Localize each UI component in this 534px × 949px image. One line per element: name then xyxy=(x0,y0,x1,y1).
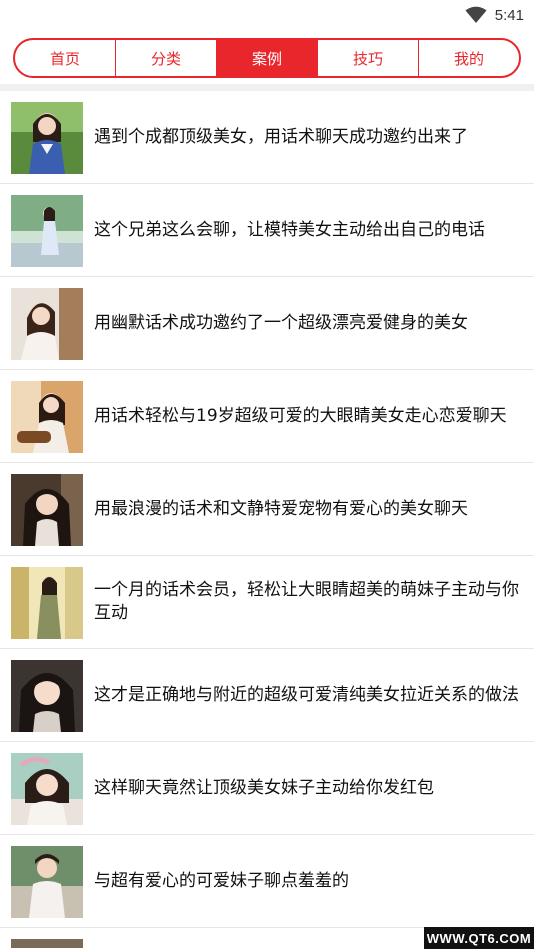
article-title: 用幽默话术成功邀约了一个超级漂亮爱健身的美女 xyxy=(94,312,468,333)
article-item[interactable]: 用话术轻松与19岁超级可爱的大眼睛美女走心恋爱聊天 xyxy=(0,370,534,463)
article-thumbnail xyxy=(11,567,83,639)
article-thumbnail xyxy=(11,753,83,825)
article-thumbnail xyxy=(11,660,83,732)
article-item[interactable]: 这个兄弟这么会聊，让模特美女主动给出自己的电话 xyxy=(0,184,534,277)
status-bar: 5:41 xyxy=(0,0,534,30)
article-title: 这才是正确地与附近的超级可爱清纯美女拉近关系的做法 xyxy=(94,684,519,705)
article-title: 用最浪漫的话术和文静特爱宠物有爱心的美女聊天 xyxy=(94,498,468,519)
tab-home[interactable]: 首页 xyxy=(15,40,116,76)
article-item[interactable]: 用最浪漫的话术和文静特爱宠物有爱心的美女聊天 xyxy=(0,463,534,556)
top-tab-bar: 首页 分类 案例 技巧 我的 xyxy=(13,38,521,78)
article-title: 与超有爱心的可爱妹子聊点羞羞的 xyxy=(94,870,349,891)
article-title: 遇到个成都顶级美女，用话术聊天成功邀约出来了 xyxy=(94,126,468,147)
article-item[interactable]: 这样聊天竟然让顶级美女妹子主动给你发红包 xyxy=(0,742,534,835)
tab-tips[interactable]: 技巧 xyxy=(318,40,419,76)
article-thumbnail xyxy=(11,474,83,546)
article-item[interactable]: 一个月的话术会员，轻松让大眼睛超美的萌妹子主动与你互动 xyxy=(0,556,534,649)
tab-mine[interactable]: 我的 xyxy=(419,40,519,76)
article-item[interactable]: 这才是正确地与附近的超级可爱清纯美女拉近关系的做法 xyxy=(0,649,534,742)
article-thumbnail xyxy=(11,102,83,174)
article-thumbnail xyxy=(11,846,83,918)
article-title: 一个月的话术会员，轻松让大眼睛超美的萌妹子主动与你互动 xyxy=(94,580,519,623)
article-title: 这样聊天竟然让顶级美女妹子主动给你发红包 xyxy=(94,777,434,798)
article-thumbnail xyxy=(11,381,83,453)
article-thumbnail xyxy=(11,195,83,267)
article-list: 遇到个成都顶级美女，用话术聊天成功邀约出来了 这个兄弟这么会聊，让模特美女主动给… xyxy=(0,91,534,948)
status-right: 5:41 xyxy=(465,5,524,25)
section-gap xyxy=(0,84,534,91)
article-thumbnail xyxy=(11,288,83,360)
article-item[interactable]: 遇到个成都顶级美女，用话术聊天成功邀约出来了 xyxy=(0,91,534,184)
tab-cases[interactable]: 案例 xyxy=(217,40,318,76)
tab-category[interactable]: 分类 xyxy=(116,40,217,76)
status-time: 5:41 xyxy=(494,6,524,24)
article-thumbnail xyxy=(11,939,83,948)
article-title: 用话术轻松与19岁超级可爱的大眼睛美女走心恋爱聊天 xyxy=(94,405,507,426)
wifi-icon xyxy=(465,6,487,23)
site-watermark: WWW.QT6.COM xyxy=(424,927,534,949)
article-item[interactable]: 与超有爱心的可爱妹子聊点羞羞的 xyxy=(0,835,534,928)
article-title: 这个兄弟这么会聊，让模特美女主动给出自己的电话 xyxy=(94,219,485,240)
article-item[interactable]: 用幽默话术成功邀约了一个超级漂亮爱健身的美女 xyxy=(0,277,534,370)
